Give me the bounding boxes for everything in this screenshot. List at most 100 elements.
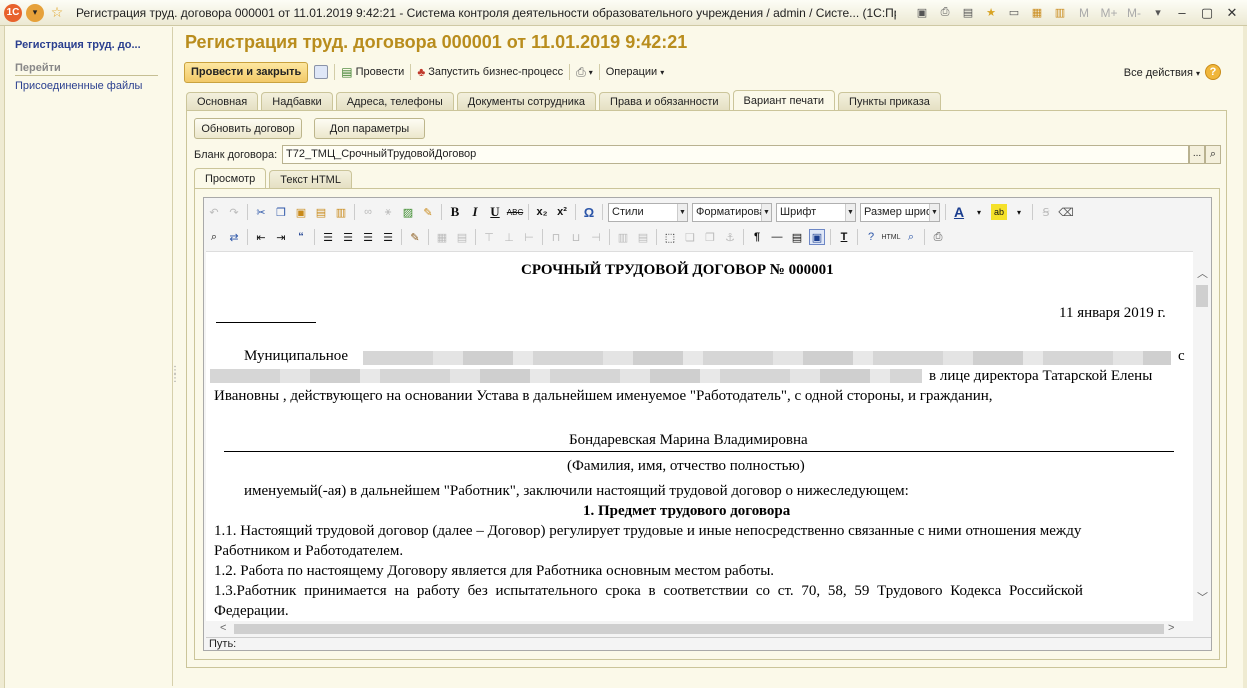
table-props-icon[interactable]: ▤ bbox=[454, 229, 470, 245]
horizontal-rule-icon[interactable]: — bbox=[769, 229, 785, 245]
insert-col-icon[interactable]: ⊢ bbox=[521, 229, 537, 245]
operations-menu-button[interactable]: Операции ▾ bbox=[606, 66, 664, 78]
replace-icon[interactable]: ⇄ bbox=[226, 229, 242, 245]
extra-params-button[interactable]: Доп параметры bbox=[314, 118, 425, 139]
bold-icon[interactable]: B bbox=[447, 204, 463, 220]
copy-icon[interactable]: ❐ bbox=[273, 204, 289, 220]
text-block-icon[interactable]: T bbox=[836, 229, 852, 245]
vertical-scrollbar[interactable]: ︿ ﹀ bbox=[1193, 251, 1211, 621]
indent-icon[interactable]: ⇥ bbox=[273, 229, 289, 245]
preview-icon[interactable]: ▤ bbox=[958, 3, 978, 22]
insert-row-icon[interactable]: ⊤ bbox=[481, 229, 497, 245]
save-icon[interactable] bbox=[314, 65, 329, 79]
eraser-icon[interactable]: ⌫ bbox=[1058, 204, 1074, 220]
edit-icon[interactable]: ✎ bbox=[407, 229, 423, 245]
cell-props-icon[interactable]: ▥ bbox=[615, 229, 631, 245]
post-button[interactable]: ▤ Провести bbox=[341, 65, 404, 79]
image-icon[interactable]: ▨ bbox=[400, 204, 416, 220]
tab-print-variant[interactable]: Вариант печати bbox=[732, 90, 836, 111]
format-combo[interactable]: Форматирова ▼ bbox=[692, 202, 772, 222]
text-color-icon[interactable]: A bbox=[951, 204, 967, 220]
paste-icon[interactable]: ▣ bbox=[293, 204, 309, 220]
search-icon[interactable]: ⌕ bbox=[1205, 145, 1221, 164]
cut-icon[interactable]: ✂ bbox=[253, 204, 269, 220]
highlight-color-icon[interactable]: ab bbox=[991, 204, 1007, 220]
italic-icon[interactable]: I bbox=[467, 204, 483, 220]
maximize-icon[interactable]: ▢ bbox=[1196, 3, 1218, 22]
calculator-icon[interactable]: ▦ bbox=[1027, 3, 1047, 22]
strikethrough-icon[interactable]: ABC bbox=[507, 204, 523, 220]
link-icon[interactable]: ▭ bbox=[1004, 3, 1024, 22]
align-right-icon[interactable]: ☰ bbox=[360, 229, 376, 245]
link-icon[interactable]: ∞ bbox=[360, 204, 376, 220]
delete-row-icon[interactable]: ⊥ bbox=[501, 229, 517, 245]
copy-format-icon[interactable]: ❏ bbox=[682, 229, 698, 245]
scroll-right-icon[interactable]: > bbox=[1168, 622, 1174, 634]
table-icon[interactable]: ▦ bbox=[434, 229, 450, 245]
memory-m-button[interactable]: M bbox=[1073, 6, 1095, 20]
zoom-icon[interactable]: ⌕ bbox=[903, 229, 919, 245]
select-template-button[interactable]: ... bbox=[1189, 145, 1205, 164]
memory-mminus-button[interactable]: M- bbox=[1123, 6, 1145, 20]
about-icon[interactable]: ? bbox=[863, 229, 879, 245]
tab-rights[interactable]: Права и обязанности bbox=[599, 92, 730, 111]
row-props-icon[interactable]: ▤ bbox=[635, 229, 651, 245]
horizontal-scrollbar[interactable]: < > bbox=[206, 621, 1193, 637]
chevron-down-icon[interactable]: ▾ bbox=[26, 3, 44, 22]
outdent-icon[interactable]: ⇤ bbox=[253, 229, 269, 245]
merge-cells-icon[interactable]: ⊓ bbox=[548, 229, 564, 245]
font-combo[interactable]: Шрифт ▼ bbox=[776, 202, 856, 222]
chevron-down-icon[interactable]: ▾ bbox=[971, 204, 987, 220]
document-view[interactable]: СРОЧНЫЙ ТРУДОВОЙ ДОГОВОР № 000001 11 янв… bbox=[206, 251, 1193, 621]
superscript-icon[interactable]: x² bbox=[554, 204, 570, 220]
all-actions-menu[interactable]: Все действия ▾ bbox=[1124, 67, 1200, 79]
tab-allowances[interactable]: Надбавки bbox=[261, 92, 333, 111]
attached-files-link[interactable]: Присоединенные файлы bbox=[15, 80, 172, 92]
memory-mplus-button[interactable]: M+ bbox=[1098, 6, 1120, 20]
underline-icon[interactable]: U bbox=[487, 204, 503, 220]
undo-icon[interactable]: ↶ bbox=[206, 204, 222, 220]
align-left-icon[interactable]: ☰ bbox=[320, 229, 336, 245]
split-cells-icon[interactable]: ⊔ bbox=[568, 229, 584, 245]
paste-format-icon[interactable]: ❐ bbox=[702, 229, 718, 245]
tab-documents[interactable]: Документы сотрудника bbox=[456, 92, 597, 111]
tab-preview[interactable]: Просмотр bbox=[194, 168, 267, 189]
calendar-icon[interactable]: ▥ bbox=[1050, 3, 1070, 22]
align-justify-icon[interactable]: ☰ bbox=[380, 229, 396, 245]
tab-main[interactable]: Основная bbox=[186, 92, 259, 111]
paste-word-icon[interactable]: ▥ bbox=[333, 204, 349, 220]
app-logo-icon[interactable]: 1С bbox=[4, 3, 22, 22]
font-size-combo[interactable]: Размер шриф ▼ bbox=[860, 202, 940, 222]
close-icon[interactable]: ✕ bbox=[1221, 3, 1243, 22]
format-painter-icon[interactable]: ✎ bbox=[420, 204, 436, 220]
star-icon[interactable]: ☆ bbox=[48, 4, 66, 22]
blockquote-icon[interactable]: “ bbox=[293, 229, 309, 245]
print-icon[interactable]: ⎙ bbox=[930, 229, 946, 245]
start-business-process-button[interactable]: ♣ Запустить бизнес-процесс bbox=[417, 65, 563, 79]
align-center-icon[interactable]: ☰ bbox=[340, 229, 356, 245]
anchor-icon[interactable]: ⚓ bbox=[722, 229, 738, 245]
remove-format-icon[interactable]: Ꞩ bbox=[1038, 204, 1054, 220]
redo-icon[interactable]: ↷ bbox=[226, 204, 242, 220]
show-blocks-icon[interactable]: ▣ bbox=[809, 229, 825, 245]
save-icon[interactable]: ▣ bbox=[912, 3, 932, 22]
html-source-icon[interactable]: HTML bbox=[881, 229, 900, 245]
tab-addresses[interactable]: Адреса, телефоны bbox=[335, 92, 454, 111]
special-char-icon[interactable]: Ω bbox=[581, 204, 597, 220]
delete-col-icon[interactable]: ⊣ bbox=[588, 229, 604, 245]
scroll-left-icon[interactable]: < bbox=[220, 622, 226, 634]
tab-order-items[interactable]: Пункты приказа bbox=[838, 92, 941, 111]
favorites-icon[interactable]: ★ bbox=[981, 3, 1001, 22]
print-icon[interactable]: ⎙ bbox=[935, 3, 955, 22]
find-icon[interactable]: ⌕ bbox=[206, 229, 222, 245]
refresh-contract-button[interactable]: Обновить договор bbox=[194, 118, 302, 139]
subscript-icon[interactable]: x₂ bbox=[534, 204, 550, 220]
paste-text-icon[interactable]: ▤ bbox=[313, 204, 329, 220]
help-icon[interactable]: ? bbox=[1205, 64, 1221, 80]
page-break-icon[interactable]: ▤ bbox=[789, 229, 805, 245]
horizontal-scroll-thumb[interactable] bbox=[234, 624, 1164, 634]
unlink-icon[interactable]: ⚹ bbox=[380, 204, 396, 220]
scroll-up-icon[interactable]: ︿ bbox=[1197, 265, 1208, 281]
select-all-icon[interactable]: ⬚ bbox=[662, 229, 678, 245]
vertical-scroll-thumb[interactable] bbox=[1196, 285, 1208, 307]
